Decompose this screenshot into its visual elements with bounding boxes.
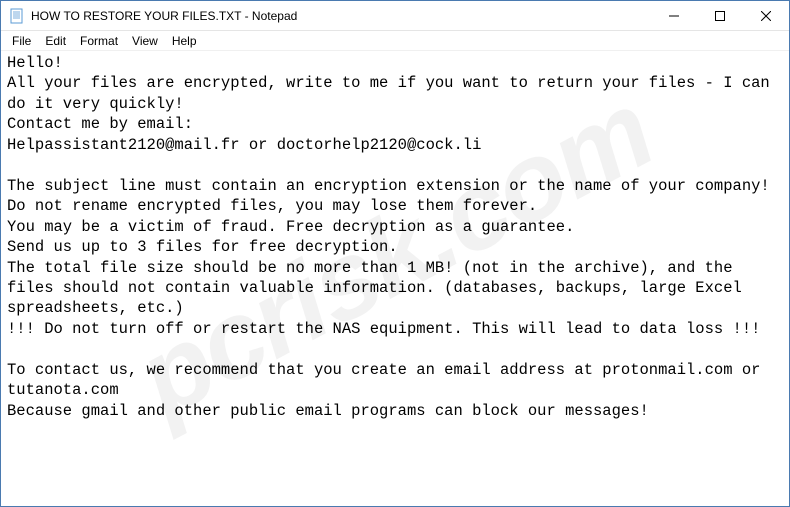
menu-file[interactable]: File [5,33,38,49]
minimize-button[interactable] [651,1,697,30]
menu-view[interactable]: View [125,33,165,49]
titlebar[interactable]: HOW TO RESTORE YOUR FILES.TXT - Notepad [1,1,789,31]
menu-help[interactable]: Help [165,33,204,49]
notepad-window: HOW TO RESTORE YOUR FILES.TXT - Notepad … [0,0,790,507]
notepad-icon [9,8,25,24]
window-title: HOW TO RESTORE YOUR FILES.TXT - Notepad [31,9,651,23]
menu-format[interactable]: Format [73,33,125,49]
menubar: File Edit Format View Help [1,31,789,51]
menu-edit[interactable]: Edit [38,33,73,49]
window-controls [651,1,789,30]
close-button[interactable] [743,1,789,30]
text-area[interactable]: Hello! All your files are encrypted, wri… [1,51,789,506]
maximize-button[interactable] [697,1,743,30]
